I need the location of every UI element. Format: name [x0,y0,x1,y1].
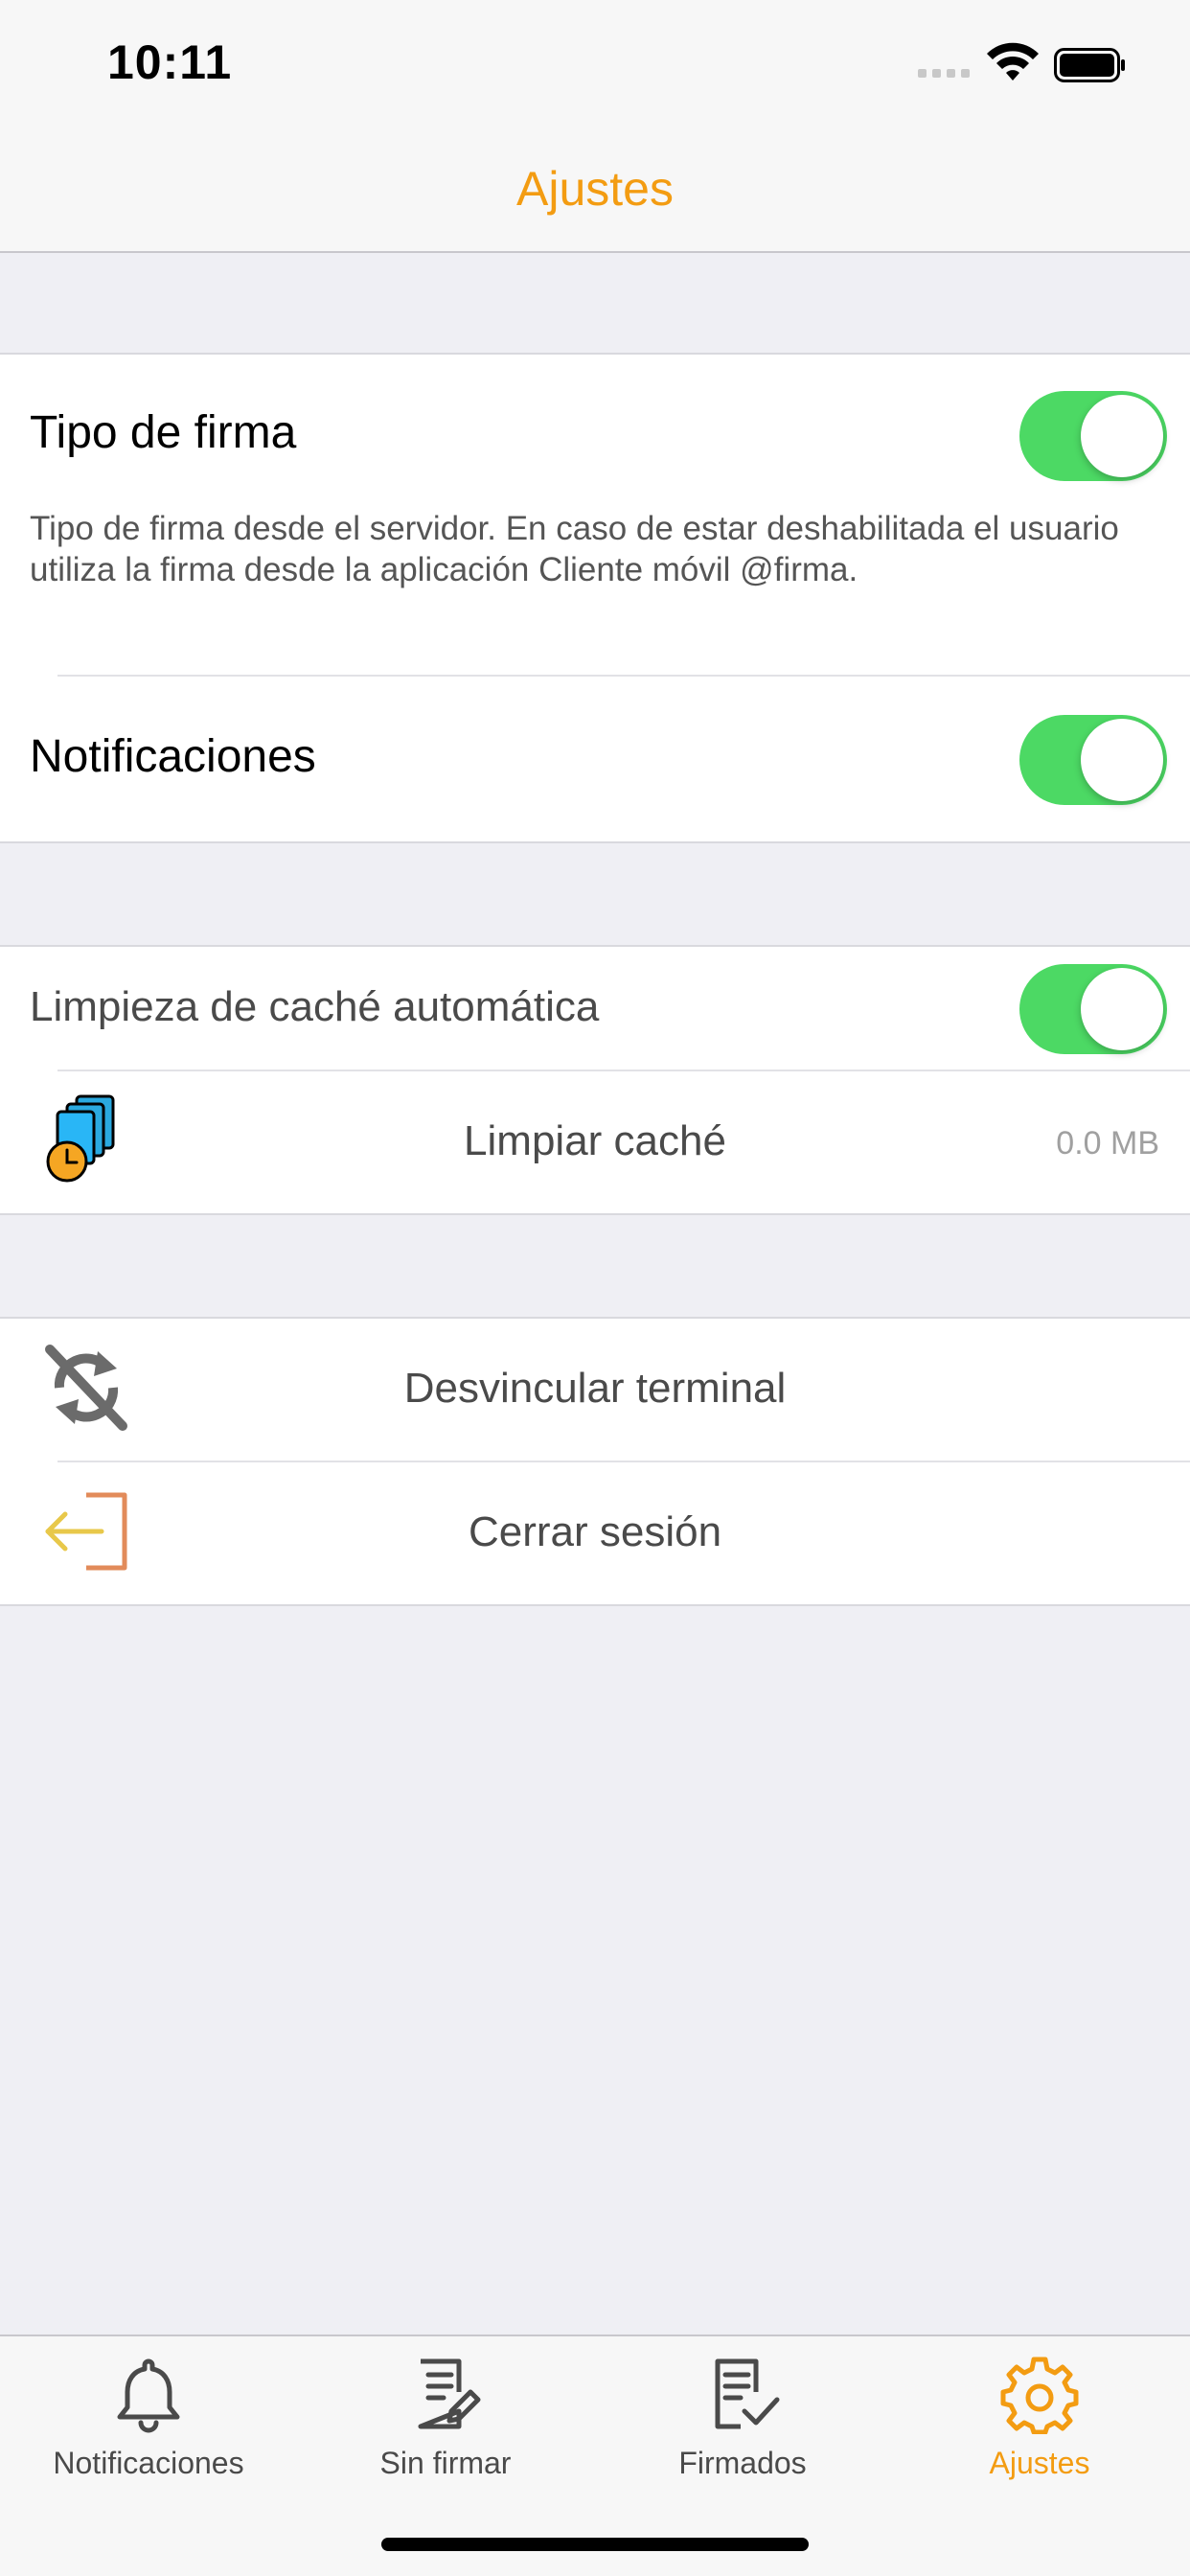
tab-label: Notificaciones [53,2446,244,2480]
notificaciones-toggle[interactable] [1019,715,1167,805]
tab-label: Firmados [678,2446,807,2480]
wifi-icon [987,42,1039,80]
tab-label: Sin firmar [379,2446,512,2480]
document-check-icon [715,2358,780,2429]
limpiar-cache-row[interactable]: Limpiar caché 0.0 MB [0,1071,1190,1215]
session-actions-group: Desvincular terminal Cerrar sesión [0,1317,1190,1606]
notificaciones-label: Notificaciones [30,731,316,782]
desvincular-terminal-row[interactable]: Desvincular terminal [0,1319,1190,1462]
tab-firmados[interactable]: Firmados [594,2354,891,2481]
tipo-firma-description: Tipo de firma desde el servidor. En caso… [30,510,1119,588]
page-title: Ajustes [516,162,674,216]
separator [57,675,1190,677]
home-indicator[interactable] [381,2538,809,2551]
cerrar-sesion-row[interactable]: Cerrar sesión [0,1462,1190,1606]
tipo-firma-label: Tipo de firma [30,407,297,458]
tab-label: Ajustes [989,2446,1090,2480]
tab-notificaciones[interactable]: Notificaciones [0,2354,297,2481]
navigation-bar: Ajustes [0,134,1190,253]
limpieza-cache-toggle[interactable] [1019,964,1167,1054]
signature-settings-group: Tipo de firma Tipo de firma desde el ser… [0,353,1190,843]
cache-size-value: 0.0 MB [1056,1125,1159,1162]
status-bar: 10:11 [0,0,1190,134]
limpieza-cache-label: Limpieza de caché automática [30,983,600,1030]
bell-icon [117,2358,180,2433]
cache-settings-group: Limpieza de caché automática Limpiar cac… [0,945,1190,1215]
status-time: 10:11 [107,35,233,89]
battery-icon [1054,48,1125,82]
desvincular-terminal-label: Desvincular terminal [403,1365,787,1412]
limpiar-cache-label: Limpiar caché [464,1117,726,1164]
tab-ajustes[interactable]: Ajustes [891,2354,1188,2481]
cerrar-sesion-label: Cerrar sesión [468,1508,722,1555]
gear-icon [1000,2357,1079,2434]
tipo-firma-toggle[interactable] [1019,391,1167,481]
tab-sin-firmar[interactable]: Sin firmar [297,2354,594,2481]
document-pen-icon [418,2358,481,2429]
cellular-signal-icon [918,69,970,78]
